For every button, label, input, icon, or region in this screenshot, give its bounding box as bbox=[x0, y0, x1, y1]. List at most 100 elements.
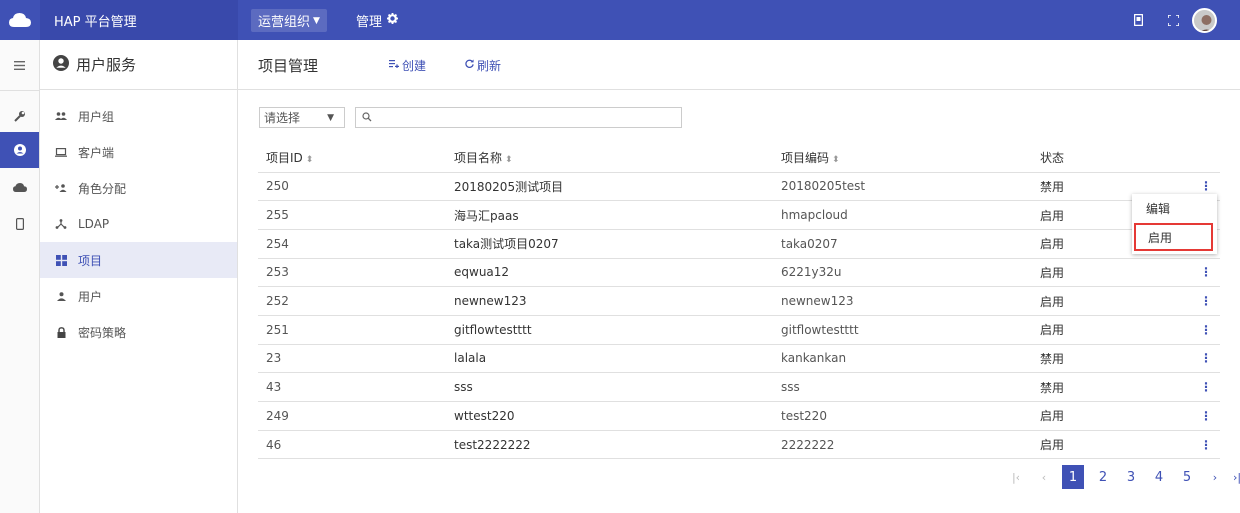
account-circle-icon bbox=[53, 54, 69, 75]
menu-icon[interactable] bbox=[0, 47, 39, 83]
menu-item-edit[interactable]: 编辑 bbox=[1132, 194, 1217, 222]
playlist-add-icon bbox=[389, 59, 399, 71]
sidebar-item-projects[interactable]: 项目 bbox=[40, 242, 237, 278]
column-header-code[interactable]: 项目编码 ⬍ bbox=[773, 143, 1032, 173]
cell-id: 249 bbox=[258, 401, 446, 431]
cell-name: 20180205测试项目 bbox=[446, 172, 773, 202]
cell-name: 海马汇paas bbox=[446, 200, 773, 230]
manage-menu[interactable]: 管理 bbox=[356, 0, 399, 40]
table-row[interactable]: 43 sss sss 禁用 ⋮ bbox=[258, 372, 1220, 402]
row-action-menu: 编辑 启用 bbox=[1132, 194, 1217, 254]
sidebar-item-user-groups[interactable]: 用户组 bbox=[40, 98, 237, 134]
wrench-icon[interactable] bbox=[0, 98, 39, 134]
fullscreen-icon[interactable] bbox=[1163, 0, 1183, 40]
sidebar-item-users[interactable]: 用户 bbox=[40, 278, 237, 314]
column-header-actions bbox=[1190, 143, 1220, 173]
app-brand[interactable]: HAP 平台管理 bbox=[40, 0, 238, 40]
rail-divider bbox=[0, 90, 39, 91]
avatar[interactable] bbox=[1192, 8, 1217, 33]
table-row[interactable]: 254 taka测试项目0207 taka0207 启用 bbox=[258, 229, 1220, 259]
org-selector-button[interactable]: 运营组织 ▼ bbox=[251, 9, 327, 32]
page-link[interactable]: 2 bbox=[1090, 465, 1116, 489]
cell-code: test220 bbox=[773, 401, 1032, 431]
table-row[interactable]: 252 newnew123 newnew123 启用 ⋮ bbox=[258, 286, 1220, 316]
cloud-icon[interactable] bbox=[0, 169, 39, 205]
cell-name: lalala bbox=[446, 344, 773, 374]
cell-id: 255 bbox=[258, 200, 446, 230]
more-vert-icon[interactable]: ⋮ bbox=[1190, 286, 1220, 316]
next-page-icon[interactable]: › bbox=[1202, 465, 1228, 489]
last-page-icon[interactable]: ›| bbox=[1230, 465, 1240, 489]
gear-icon bbox=[387, 12, 399, 28]
cell-code: gitflowtestttt bbox=[773, 315, 1032, 345]
search-input[interactable] bbox=[355, 107, 682, 128]
grid-icon bbox=[54, 254, 68, 266]
more-vert-icon[interactable]: ⋮ bbox=[1190, 344, 1220, 374]
mobile-icon[interactable] bbox=[1128, 0, 1148, 40]
filter-select[interactable]: 请选择 ▼ bbox=[259, 107, 345, 128]
first-page-icon[interactable]: |‹ bbox=[1003, 465, 1029, 489]
sidebar: 用户服务 用户组 客户端 角色分配 LDAP 项目 用户 密码策略 bbox=[40, 40, 238, 513]
cloud-icon[interactable] bbox=[0, 0, 40, 40]
cell-id: 252 bbox=[258, 286, 446, 316]
sort-icon: ⬍ bbox=[832, 154, 840, 165]
table-row[interactable]: 46 test2222222 2222222 启用 ⋮ bbox=[258, 430, 1220, 460]
page-link[interactable]: 3 bbox=[1118, 465, 1144, 489]
page-current[interactable]: 1 bbox=[1062, 465, 1084, 489]
cell-name: gitflowtestttt bbox=[446, 315, 773, 345]
page-title: 项目管理 bbox=[258, 56, 319, 75]
cell-code: 20180205test bbox=[773, 172, 1032, 202]
more-vert-icon[interactable]: ⋮ bbox=[1190, 401, 1220, 431]
sidebar-title: 用户服务 bbox=[76, 56, 137, 74]
table-row[interactable]: 253 eqwua12 6221y32u 启用 ⋮ bbox=[258, 258, 1220, 288]
cell-name: sss bbox=[446, 372, 773, 402]
sidebar-item-label: LDAP bbox=[78, 217, 110, 231]
sidebar-item-role-assignment[interactable]: 角色分配 bbox=[40, 170, 237, 206]
phone-icon[interactable] bbox=[0, 206, 39, 242]
page-link[interactable]: 5 bbox=[1174, 465, 1200, 489]
refresh-button[interactable]: 刷新 bbox=[465, 40, 501, 90]
more-vert-icon[interactable]: ⋮ bbox=[1190, 430, 1220, 460]
sort-icon: ⬍ bbox=[505, 154, 513, 165]
content-header: 项目管理 创建 刷新 bbox=[238, 40, 1240, 90]
menu-item-enable[interactable]: 启用 bbox=[1134, 223, 1213, 251]
manage-label: 管理 bbox=[356, 14, 383, 30]
sidebar-item-password-policy[interactable]: 密码策略 bbox=[40, 314, 237, 350]
cell-status: 启用 bbox=[1032, 315, 1190, 345]
cell-code: 6221y32u bbox=[773, 258, 1032, 288]
account-circle-icon[interactable] bbox=[0, 132, 39, 168]
cell-status: 启用 bbox=[1032, 258, 1190, 288]
table-row[interactable]: 251 gitflowtestttt gitflowtestttt 启用 ⋮ bbox=[258, 315, 1220, 345]
more-vert-icon[interactable]: ⋮ bbox=[1190, 372, 1220, 402]
prev-page-icon[interactable]: ‹ bbox=[1031, 465, 1057, 489]
chevron-down-icon: ▼ bbox=[327, 113, 334, 123]
cell-id: 250 bbox=[258, 172, 446, 202]
cell-id: 251 bbox=[258, 315, 446, 345]
column-header-name[interactable]: 项目名称 ⬍ bbox=[446, 143, 773, 173]
people-icon bbox=[54, 112, 68, 120]
page-link[interactable]: 4 bbox=[1146, 465, 1172, 489]
table-row[interactable]: 23 lalala kankankan 禁用 ⋮ bbox=[258, 344, 1220, 374]
cell-code: sss bbox=[773, 372, 1032, 402]
sidebar-item-label: 角色分配 bbox=[78, 181, 127, 196]
pagination: |‹ ‹ 1 2 3 4 5 › ›| bbox=[1003, 465, 1240, 489]
column-header-status: 状态 bbox=[1032, 143, 1190, 173]
sidebar-item-label: 用户 bbox=[78, 289, 103, 304]
more-vert-icon[interactable]: ⋮ bbox=[1190, 258, 1220, 288]
sidebar-item-label: 密码策略 bbox=[78, 325, 127, 340]
cell-name: taka测试项目0207 bbox=[446, 229, 773, 259]
sidebar-item-ldap[interactable]: LDAP bbox=[40, 206, 237, 242]
cell-id: 46 bbox=[258, 430, 446, 460]
cell-name: wttest220 bbox=[446, 401, 773, 431]
table-row[interactable]: 255 海马汇paas hmapcloud 启用 bbox=[258, 200, 1220, 230]
column-header-id[interactable]: 项目ID ⬍ bbox=[258, 143, 446, 173]
table-row[interactable]: 250 20180205测试项目 20180205test 禁用 ⋮ bbox=[258, 172, 1220, 202]
cell-name: eqwua12 bbox=[446, 258, 773, 288]
table-row[interactable]: 249 wttest220 test220 启用 ⋮ bbox=[258, 401, 1220, 431]
sidebar-item-clients[interactable]: 客户端 bbox=[40, 134, 237, 170]
create-button[interactable]: 创建 bbox=[389, 40, 426, 90]
more-vert-icon[interactable]: ⋮ bbox=[1190, 315, 1220, 345]
cell-name: newnew123 bbox=[446, 286, 773, 316]
cell-status: 启用 bbox=[1032, 286, 1190, 316]
person-icon bbox=[54, 291, 68, 301]
